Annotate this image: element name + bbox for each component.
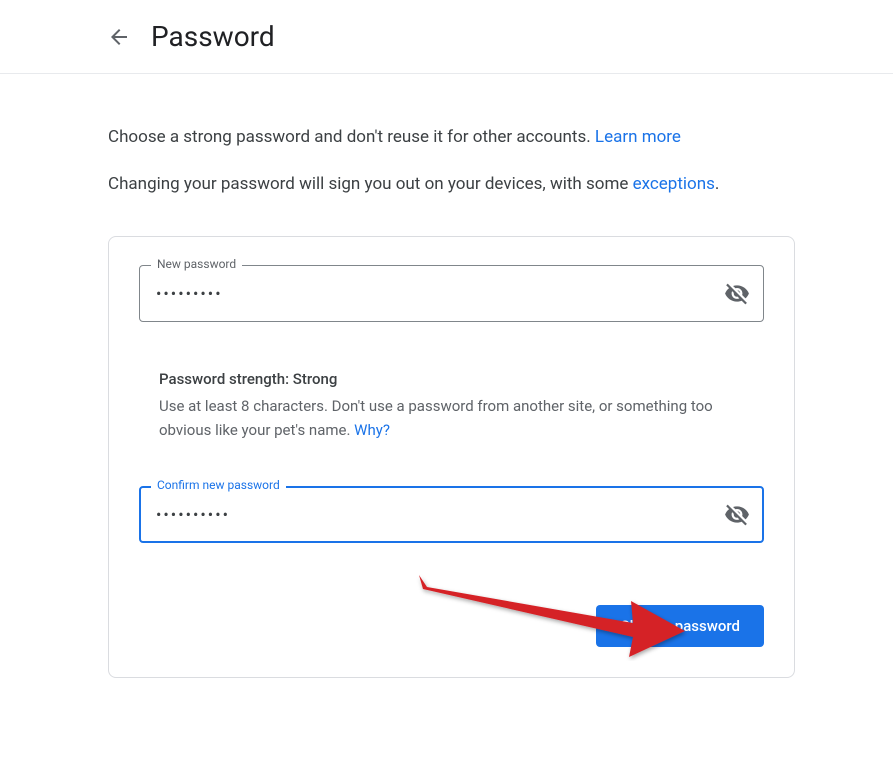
password-strength-title: Password strength: Strong bbox=[159, 370, 744, 388]
page-header: Password bbox=[0, 0, 893, 74]
intro-line-1: Choose a strong password and don't reuse… bbox=[108, 124, 795, 151]
intro-line-1-text: Choose a strong password and don't reuse… bbox=[108, 127, 595, 147]
password-strength-desc: Use at least 8 characters. Don't use a p… bbox=[159, 394, 744, 442]
button-row: Change password bbox=[139, 605, 764, 647]
confirm-password-field-wrap: Confirm new password bbox=[139, 486, 764, 543]
intro-line-2-text: Changing your password will sign you out… bbox=[108, 174, 633, 194]
confirm-password-input[interactable] bbox=[139, 486, 764, 543]
page-title: Password bbox=[151, 20, 275, 53]
why-link[interactable]: Why? bbox=[354, 421, 390, 439]
intro-line-2-after: . bbox=[715, 174, 719, 194]
eye-off-icon[interactable] bbox=[724, 281, 750, 307]
password-card: New password Password strength: Strong U… bbox=[108, 236, 795, 678]
intro-line-2: Changing your password will sign you out… bbox=[108, 171, 795, 198]
change-password-button[interactable]: Change password bbox=[596, 605, 764, 647]
confirm-password-label: Confirm new password bbox=[151, 478, 286, 492]
eye-off-icon[interactable] bbox=[724, 502, 750, 528]
new-password-input[interactable] bbox=[139, 265, 764, 322]
new-password-label: New password bbox=[151, 257, 242, 271]
content-area: Choose a strong password and don't reuse… bbox=[0, 74, 893, 698]
learn-more-link[interactable]: Learn more bbox=[595, 127, 681, 147]
password-strength-desc-text: Use at least 8 characters. Don't use a p… bbox=[159, 397, 713, 439]
password-strength-block: Password strength: Strong Use at least 8… bbox=[139, 370, 764, 442]
new-password-field-wrap: New password bbox=[139, 265, 764, 322]
exceptions-link[interactable]: exceptions bbox=[633, 174, 715, 194]
back-arrow-icon[interactable] bbox=[107, 25, 131, 49]
